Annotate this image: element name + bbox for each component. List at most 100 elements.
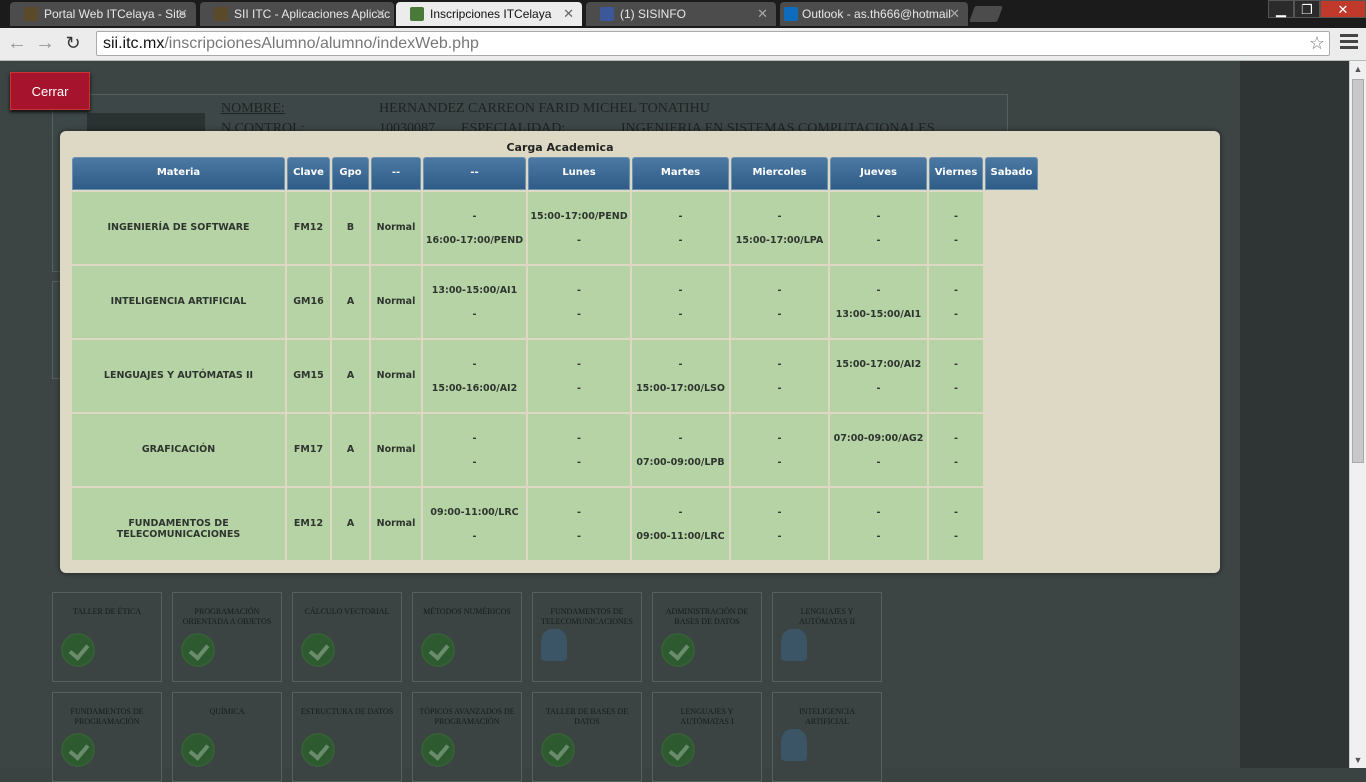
cell-slot-text: 16:00-17:00/PEND [425, 235, 524, 246]
cell-slot-text: 15:00-17:00/AI2 [835, 359, 922, 370]
schedule-cell-martes: - 09:00-11:00/LRC [632, 488, 729, 560]
cell-slot-text: - [472, 211, 477, 222]
close-tab-icon[interactable]: ✕ [757, 2, 768, 26]
cell-slot-text: - [954, 285, 958, 296]
browser-menu-icon[interactable] [1340, 34, 1358, 52]
tab-portal-web[interactable]: Portal Web ITCelaya - Site ✕ [10, 2, 196, 26]
cell-slot-text: - [678, 359, 683, 370]
subject-tile[interactable]: Taller de Bases de Datos [532, 692, 642, 782]
subject-tile[interactable]: Lenguajes y Autómatas II [772, 592, 882, 682]
subject-tile[interactable]: Métodos Numéricos [412, 592, 522, 682]
cell-text: A [346, 296, 355, 307]
cell-slot-text: - [954, 359, 958, 370]
subject-tile-label: Métodos Numéricos [423, 607, 511, 616]
cell-slot-text: - [954, 235, 958, 246]
schedule-cell-gpo: A [332, 488, 369, 560]
scroll-down-arrow-icon[interactable]: ▼ [1350, 752, 1366, 768]
tab-sii-itc[interactable]: SII ITC - Aplicaciones Aplicac ✕ [200, 2, 394, 26]
check-icon [421, 633, 455, 667]
header-martes: Martes [632, 157, 729, 190]
subject-tile[interactable]: Programación Orientada a Objetos [172, 592, 282, 682]
subject-tile[interactable]: Fundamentos de Telecomunicaciones [532, 592, 642, 682]
schedule-cell-c4: - 15:00-16:00/AI2 [423, 340, 526, 412]
cell-text: A [346, 518, 355, 529]
vertical-scrollbar[interactable]: ▲ ▼ [1349, 61, 1366, 768]
header-clave: Clave [287, 157, 330, 190]
subject-tile[interactable]: Fundamentos de Programación [52, 692, 162, 782]
cell-slot-text: 07:00-09:00/AG2 [833, 433, 924, 444]
subject-tile[interactable]: Inteligencia Artificial [772, 692, 882, 782]
cell-slot-text: 15:00-16:00/AI2 [431, 383, 518, 394]
schedule-cell-tipo: Normal [371, 266, 421, 338]
cell-slot-text: - [777, 309, 782, 320]
cell-slot-text: - [954, 433, 958, 444]
reload-icon[interactable]: ↻ [62, 32, 84, 54]
subject-tile[interactable]: Química [172, 692, 282, 782]
check-icon [301, 633, 335, 667]
restore-button[interactable]: ❐ [1294, 0, 1320, 18]
schedule-cell-clave: GM15 [287, 340, 330, 412]
schedule-cell-viernes: -- [929, 340, 983, 412]
cell-slot-text: - [876, 383, 881, 394]
close-tab-icon[interactable]: ✕ [949, 2, 960, 26]
address-bar[interactable]: sii.itc.mx/inscripcionesAlumno/alumno/in… [96, 31, 1330, 56]
schedule-cell-materia: GRAFICACIÓN [72, 414, 285, 486]
tab-title: SII ITC - Aplicaciones Aplicac [234, 7, 391, 21]
new-tab-button[interactable] [969, 6, 1003, 22]
cell-slot-text: - [678, 309, 683, 320]
cell-slot-text: - [472, 359, 477, 370]
subject-tile[interactable]: Cálculo Vectorial [292, 592, 402, 682]
check-icon [181, 733, 215, 767]
cell-slot-text: - [777, 211, 782, 222]
schedule-cell-miercoles: -- [731, 340, 828, 412]
cell-slot-text: - [577, 507, 581, 518]
close-tab-icon[interactable]: ✕ [375, 2, 386, 26]
itc-favicon-icon [214, 7, 228, 21]
tab-sisinfo[interactable]: (1) SISINFO ✕ [586, 2, 776, 26]
header-col4: -- [423, 157, 526, 190]
cell-text: INTELIGENCIA ARTIFICIAL [110, 296, 247, 307]
close-window-button[interactable]: ✕ [1320, 0, 1366, 18]
cell-text: INGENIERÍA DE SOFTWARE [107, 222, 250, 233]
subject-tile[interactable]: Tópicos Avanzados de Programación [412, 692, 522, 782]
tab-inscripciones[interactable]: Inscripciones ITCelaya ✕ [396, 2, 582, 26]
browser-toolbar: ← → ↻ sii.itc.mx/inscripcionesAlumno/alu… [0, 28, 1366, 61]
tab-title: Portal Web ITCelaya - Site [44, 7, 186, 21]
cell-slot-text: 15:00-17:00/LPA [735, 235, 824, 246]
subject-tile-label: Inteligencia Artificial [799, 707, 855, 726]
back-arrow-icon[interactable]: ← [6, 32, 28, 54]
schedule-cell-gpo: B [332, 192, 369, 264]
schedule-cell-martes: -- [632, 266, 729, 338]
cell-slot-text: - [954, 457, 958, 468]
minimize-button[interactable]: ▁ [1268, 0, 1294, 18]
cell-slot-text: - [472, 531, 477, 542]
cell-slot-text: - [577, 457, 581, 468]
scroll-up-arrow-icon[interactable]: ▲ [1350, 61, 1366, 77]
subject-tile[interactable]: Taller de Ética [52, 592, 162, 682]
tab-outlook[interactable]: Outlook - as.th666@hotmail ✕ [780, 2, 968, 26]
cerrar-button[interactable]: Cerrar [10, 72, 90, 110]
schedule-cell-jueves: -- [830, 488, 927, 560]
cell-slot-text: - [876, 211, 881, 222]
cell-text: FM12 [293, 222, 324, 233]
schedule-cell-clave: GM16 [287, 266, 330, 338]
subject-tile[interactable]: Lenguajes y Autómatas I [652, 692, 762, 782]
cell-slot-text: - [954, 531, 958, 542]
schedule-cell-tipo: Normal [371, 414, 421, 486]
forward-arrow-icon[interactable]: → [34, 32, 56, 54]
subject-tile[interactable]: Administración de Bases de Datos [652, 592, 762, 682]
check-icon [301, 733, 335, 767]
header-miercoles: Miercoles [731, 157, 828, 190]
cell-text: GM16 [293, 296, 324, 307]
subject-tile[interactable]: Estructura de Datos [292, 692, 402, 782]
enrolled-person-icon [781, 729, 807, 761]
close-tab-icon[interactable]: ✕ [563, 2, 574, 26]
inscripciones-favicon-icon [410, 7, 424, 21]
cell-slot-text: - [678, 433, 683, 444]
close-tab-icon[interactable]: ✕ [177, 2, 188, 26]
header-jueves: Jueves [830, 157, 927, 190]
schedule-cell-c4: 09:00-11:00/LRC - [423, 488, 526, 560]
cell-slot-text: - [577, 433, 581, 444]
bookmark-star-icon[interactable]: ☆ [1309, 32, 1325, 55]
scrollbar-thumb[interactable] [1352, 79, 1364, 463]
